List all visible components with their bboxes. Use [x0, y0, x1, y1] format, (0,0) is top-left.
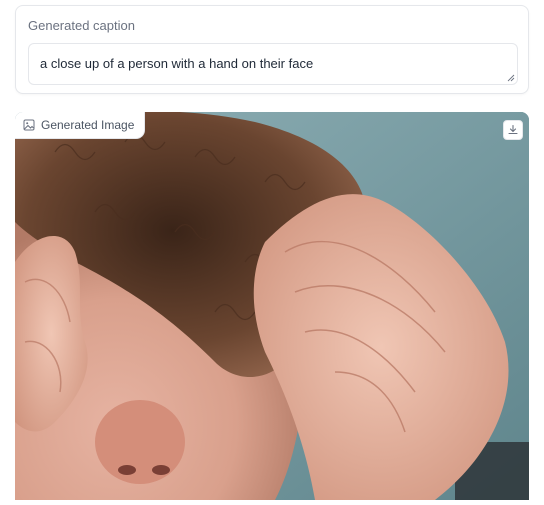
resize-handle-icon[interactable]	[507, 74, 515, 82]
caption-label: Generated caption	[28, 18, 135, 33]
image-label-text: Generated Image	[41, 118, 135, 132]
caption-text: a close up of a person with a hand on th…	[40, 56, 314, 71]
page: Generated caption a close up of a person…	[0, 0, 544, 505]
image-card: Generated Image	[15, 112, 529, 500]
generated-image	[15, 112, 529, 500]
image-label: Generated Image	[15, 112, 145, 138]
download-icon	[508, 124, 518, 135]
caption-card: Generated caption a close up of a person…	[15, 5, 529, 94]
image-icon	[23, 119, 35, 131]
download-button[interactable]	[503, 120, 523, 140]
caption-textbox[interactable]: a close up of a person with a hand on th…	[28, 43, 518, 85]
